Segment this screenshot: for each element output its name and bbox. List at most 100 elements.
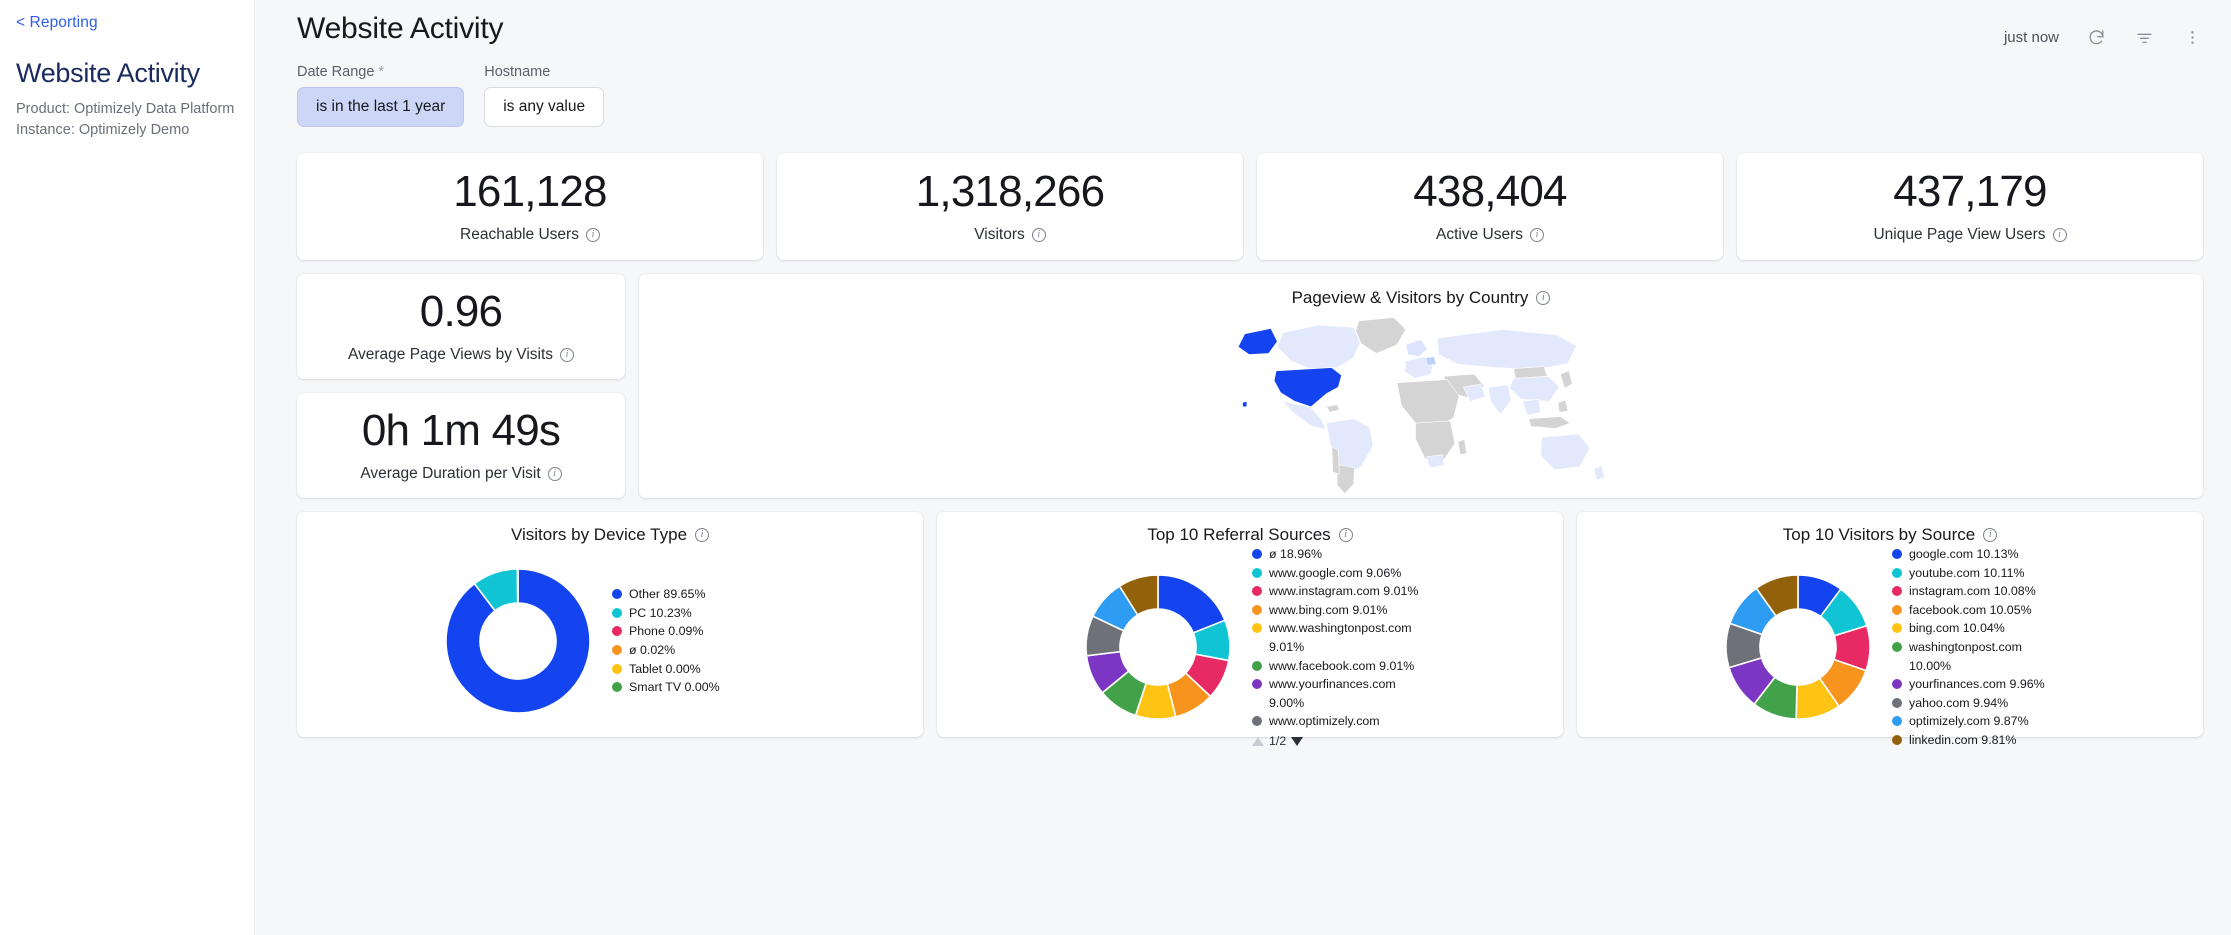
kpi-card-reachable-users[interactable]: 161,128 Reachable Users i <box>297 153 763 260</box>
world-map[interactable] <box>639 308 2203 498</box>
sidebar: < Reporting Website Activity Product: Op… <box>0 0 255 935</box>
filter-hostname-label: Hostname <box>484 64 551 80</box>
chart-panel-top-10-visitors-by-source[interactable]: Top 10 Visitors by Source i google.com 1… <box>1577 512 2203 747</box>
legend-item[interactable]: linkedin.com 9.81% <box>1892 731 2062 750</box>
legend-item-label: ø 0.02% <box>629 643 676 657</box>
legend-item[interactable]: www.yourfinances.com 9.00% <box>1252 675 1422 712</box>
legend-item[interactable]: facebook.com 10.05% <box>1892 601 2062 620</box>
info-icon[interactable]: i <box>2052 227 2067 242</box>
legend-color-swatch <box>1252 586 1262 597</box>
legend-item-label: youtube.com 10.11% <box>1909 565 2025 580</box>
info-icon[interactable]: i <box>547 466 562 481</box>
legend-color-swatch <box>612 607 622 618</box>
topbar: Website Activity just now <box>255 0 2231 48</box>
legend-item[interactable]: PC 10.23% <box>612 604 782 623</box>
legend-item[interactable]: yahoo.com 9.94% <box>1892 694 2062 713</box>
info-icon[interactable]: i <box>1983 528 1998 542</box>
map-panel[interactable]: Pageview & Visitors by Country i <box>639 274 2203 498</box>
chart-panel-top-10-referral-sources[interactable]: Top 10 Referral Sources i ø 18.96% www.go… <box>937 512 1563 748</box>
legend-item-label: google.com 10.13% <box>1909 547 2019 561</box>
info-icon[interactable]: i <box>695 528 710 542</box>
chart-panel-visitors-by-device-type[interactable]: Visitors by Device Type i Other 89.65% PC… <box>297 512 923 737</box>
legend-item[interactable]: www.bing.com 9.01% <box>1252 601 1422 620</box>
kpi-value: 0.96 <box>419 287 503 337</box>
legend-item-label: PC 10.23% <box>629 605 692 620</box>
legend-item[interactable]: www.optimizely.com <box>1252 712 1422 731</box>
legend-item-label: Tablet 0.00% <box>629 661 701 676</box>
legend-item[interactable]: bing.com 10.04% <box>1892 619 2062 638</box>
kpi-card-avg-duration[interactable]: 0h 1m 49s Average Duration per Visit i <box>297 393 625 498</box>
legend-item[interactable]: www.instagram.com 9.01% <box>1252 582 1422 601</box>
filter-date-range-value[interactable]: is in the last 1 year <box>297 87 465 127</box>
legend-color-swatch <box>1252 716 1262 727</box>
info-icon[interactable]: i <box>1530 227 1544 242</box>
legend-item[interactable]: ø 0.02% <box>612 641 782 660</box>
chart-title-text: Top 10 Visitors by Source <box>1782 525 1976 544</box>
chart-legend: google.com 10.13% youtube.com 10.11% insta… <box>1892 545 2062 750</box>
kpi-column-left: 0.96 Average Page Views by Visits i 0h 1… <box>297 274 625 498</box>
info-icon[interactable]: i <box>1031 227 1046 242</box>
legend-item[interactable]: washingtonpost.com 10.00% <box>1892 638 2062 675</box>
back-to-reporting-link[interactable]: < Reporting <box>16 14 98 32</box>
kpi-label: Average Duration per Visit i <box>360 465 562 483</box>
legend-color-swatch <box>612 589 622 600</box>
info-icon[interactable]: i <box>560 347 575 362</box>
legend-item[interactable]: instagram.com 10.08% <box>1892 582 2062 601</box>
kpi-card-active-users[interactable]: 438,404 Active Users i <box>1257 153 1723 260</box>
chart-title-text: Top 10 Referral Sources <box>1147 525 1331 544</box>
kpi-label: Unique Page View Users i <box>1873 226 2067 244</box>
info-icon[interactable]: i <box>585 227 600 242</box>
legend-item-label: Phone 0.09% <box>629 624 704 639</box>
filter-hostname: Hostname is any value <box>484 64 605 127</box>
legend-color-swatch <box>1892 716 1902 727</box>
legend-item[interactable]: www.washingtonpost.com 9.01% <box>1252 619 1422 656</box>
pager-label: 1/2 <box>1269 734 1287 749</box>
kpi-card-unique-page-view-users[interactable]: 437,179 Unique Page View Users i <box>1737 153 2203 260</box>
chart-body: ø 18.96% www.google.com 9.06% www.instagra… <box>937 545 1563 748</box>
info-icon[interactable]: i <box>1338 528 1353 542</box>
kpi-label-text: Reachable Users <box>460 225 579 243</box>
donut-chart[interactable] <box>1078 567 1238 727</box>
kpi-value: 438,404 <box>1413 167 1567 217</box>
legend-item[interactable]: Phone 0.09% <box>612 622 782 641</box>
map-panel-title-text: Pageview & Visitors by Country <box>1291 288 1529 307</box>
refresh-icon[interactable] <box>2085 26 2107 48</box>
filter-icon[interactable] <box>2133 26 2155 48</box>
filter-date-range-label: Date Range * <box>297 64 385 80</box>
legend-item-label: instagram.com 10.08% <box>1909 584 2036 599</box>
info-icon[interactable]: i <box>1536 291 1551 305</box>
legend-color-swatch <box>1892 623 1902 634</box>
legend-item[interactable]: youtube.com 10.11% <box>1892 564 2062 583</box>
pager-down-icon[interactable] <box>1291 736 1304 746</box>
legend-item[interactable]: Tablet 0.00% <box>612 660 782 679</box>
kpi-label: Visitors i <box>974 226 1046 244</box>
legend-item[interactable]: www.google.com 9.06% <box>1252 564 1422 583</box>
legend-item[interactable]: www.facebook.com 9.01% <box>1252 657 1422 676</box>
legend-item-label: www.washingtonpost.com 9.01% <box>1269 621 1412 655</box>
topbar-actions: just now <box>2004 12 2203 48</box>
legend-color-swatch <box>1252 679 1262 690</box>
donut-chart[interactable] <box>438 561 598 721</box>
pager-up-icon[interactable] <box>1252 736 1264 746</box>
filter-hostname-value[interactable]: is any value <box>484 87 605 127</box>
chart-title: Visitors by Device Type i <box>297 525 923 545</box>
legend-item[interactable]: yourfinances.com 9.96% <box>1892 675 2062 694</box>
kpi-card-visitors[interactable]: 1,318,266 Visitors i <box>777 153 1243 260</box>
more-vertical-icon[interactable] <box>2181 26 2203 48</box>
legend-color-swatch <box>1892 642 1902 653</box>
legend-item[interactable]: ø 18.96% <box>1252 545 1422 564</box>
sidebar-report-title: Website Activity <box>16 58 200 88</box>
legend-item[interactable]: optimizely.com 9.87% <box>1892 712 2062 731</box>
legend-item[interactable]: Other 89.65% <box>612 585 782 604</box>
legend-color-swatch <box>1892 567 1902 578</box>
legend-pager[interactable]: 1/2 <box>1252 734 1422 748</box>
legend-color-swatch <box>1892 735 1902 746</box>
chart-title: Top 10 Referral Sources i <box>937 525 1563 545</box>
legend-item[interactable]: google.com 10.13% <box>1892 545 2062 564</box>
donut-chart[interactable] <box>1718 567 1878 727</box>
sidebar-instance-label: Instance: Optimizely Demo <box>16 122 190 139</box>
legend-item[interactable]: Smart TV 0.00% <box>612 678 782 697</box>
kpi-value: 0h 1m 49s <box>361 406 561 456</box>
world-map-svg <box>1237 316 1606 494</box>
kpi-card-avg-page-views[interactable]: 0.96 Average Page Views by Visits i <box>297 274 625 379</box>
